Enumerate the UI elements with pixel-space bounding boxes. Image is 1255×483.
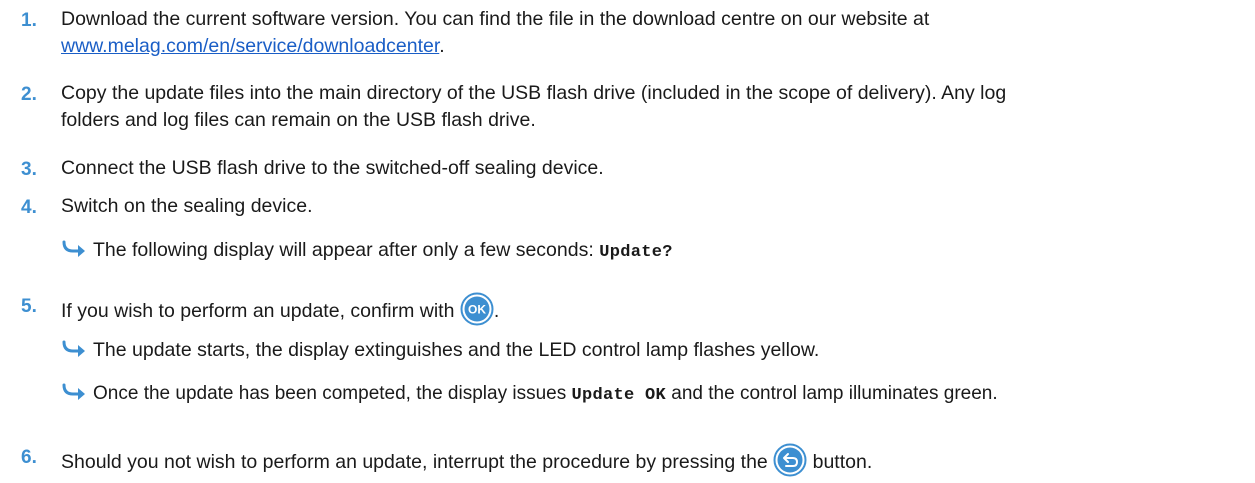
step-5-result-2: Once the update has been competed, the d… — [61, 380, 1241, 409]
back-button-icon[interactable] — [773, 443, 807, 477]
step-number: 3. — [21, 159, 37, 180]
step-text-line: Copy the update files into the main dire… — [61, 82, 1007, 104]
download-center-link[interactable]: www.melag.com/en/service/downloadcenter — [61, 35, 439, 57]
step-number: 4. — [21, 197, 37, 218]
step-text-part: button. — [807, 451, 873, 473]
step-text-line: folders and log files can remain on the … — [61, 109, 536, 131]
result-text: and the control lamp illuminates green. — [666, 383, 998, 404]
step-text: Switch on the sealing device. — [61, 195, 313, 217]
step-text-part: . — [439, 35, 445, 57]
ok-button-label: OK — [468, 303, 486, 317]
step-text: If you wish to perform an update, confir… — [61, 292, 1241, 326]
step-text-part: Download the current software version. Y… — [61, 8, 930, 30]
step-number: 1. — [21, 10, 37, 31]
step-number: 5. — [21, 296, 37, 317]
result-arrow-icon — [62, 240, 85, 257]
step-text-part: If you wish to perform an update, confir… — [61, 300, 460, 322]
display-text: Update? — [599, 243, 673, 262]
step-5-result-1: The update starts, the display extinguis… — [61, 337, 1241, 364]
step-text: Download the current software version. Y… — [61, 6, 1241, 60]
step-4-result: The following display will appear after … — [61, 237, 1241, 266]
step-text: Copy the update files into the main dire… — [61, 80, 1241, 134]
step-text: Connect the USB flash drive to the switc… — [61, 157, 604, 179]
step-text-part: Should you not wish to perform an update… — [61, 451, 774, 473]
step-number: 2. — [21, 84, 37, 105]
step-text-part: . — [493, 300, 500, 322]
result-arrow-icon — [62, 383, 85, 400]
result-text: The following display will appear after … — [93, 239, 600, 261]
step-text: Should you not wish to perform an update… — [61, 443, 1241, 477]
result-text: The update starts, the display extinguis… — [93, 339, 820, 361]
display-text: Update OK — [571, 386, 666, 405]
step-number: 6. — [21, 447, 37, 468]
result-text: Once the update has been competed, the d… — [93, 383, 572, 404]
result-arrow-icon — [62, 340, 85, 357]
ok-button-icon[interactable]: OK — [460, 292, 494, 326]
